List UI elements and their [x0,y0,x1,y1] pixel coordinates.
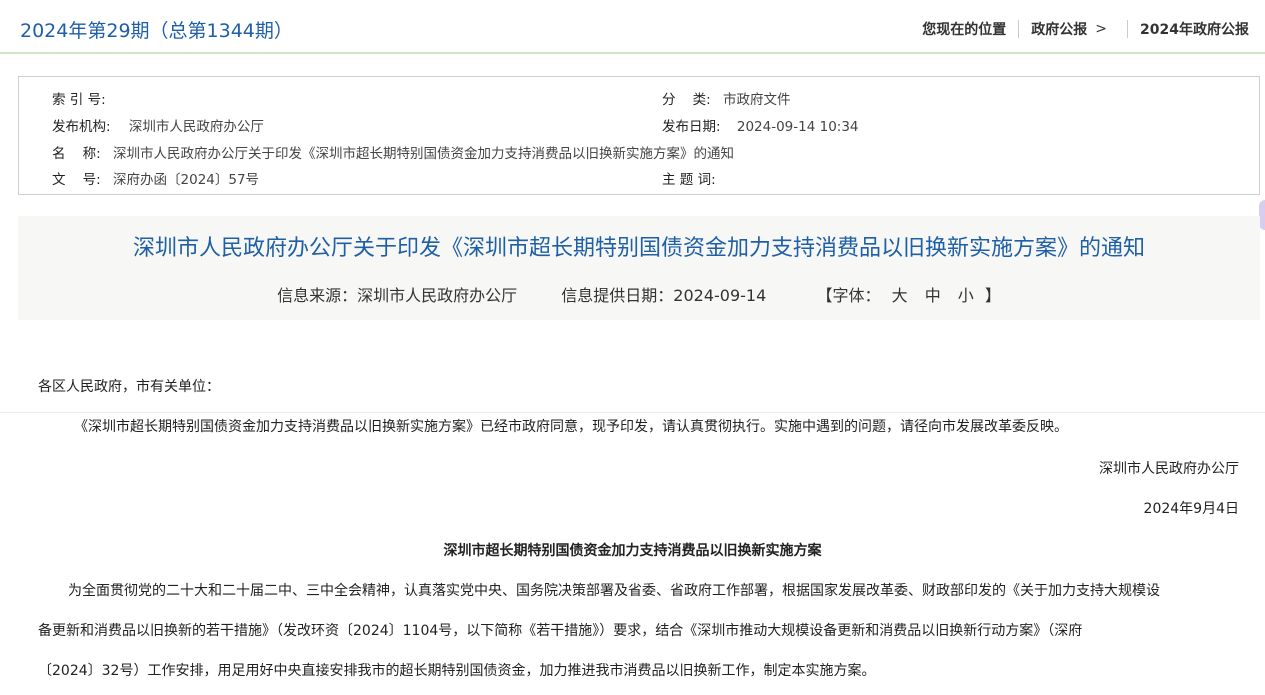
meta-keywords-label: 主 题 词: [662,172,716,188]
meta-docno-value: 深府办函〔2024〕57号 [113,172,260,188]
plan-title: 深圳市超长期特别国债资金加力支持消费品以旧换新实施方案 [443,543,822,559]
breadcrumb-label: 您现在的位置 [922,22,1007,38]
top-bar: 2024年第29期（总第1344期） 您现在的位置 政府公报 > 2024年政府… [0,0,1265,54]
breadcrumb: 您现在的位置 政府公报 > 2024年政府公报 [922,19,1249,39]
article-header: 深圳市人民政府办公厅关于印发《深圳市超长期特别国债资金加力支持消费品以旧换新实施… [18,216,1260,320]
salutation: 各区人民政府，市有关单位： [38,379,220,395]
info-provide-date: 信息提供日期：2024-09-14 [561,286,767,305]
meta-category-label: 分 类: [662,92,711,108]
font-medium-button[interactable]: 中 [925,286,941,305]
meta-category-row: 分 类: 市政府文件 [662,88,791,108]
meta-docno-label: 文 号: [52,172,101,188]
meta-date-value: 2024-09-14 10:34 [736,119,859,135]
meta-name-label: 名 称: [52,146,101,162]
breadcrumb-link-2024-gazette[interactable]: 2024年政府公报 [1140,19,1249,39]
meta-publisher-value: 深圳市人民政府办公厅 [128,119,264,135]
font-size-close: 】 [984,286,1001,305]
meta-category-value: 市政府文件 [723,92,791,108]
meta-index-label: 索 引 号: [52,92,106,108]
article-info-line: 信息来源：深圳市人民政府办公厅 信息提供日期：2024-09-14 【字体： 大… [18,282,1260,306]
document-meta-table: 索 引 号: 分 类: 市政府文件 发布机构: 深圳市人民政府办公厅 发布日期:… [18,76,1260,195]
breadcrumb-link-gazette[interactable]: 政府公报 [1031,19,1087,39]
divider [0,412,1265,413]
plan-paragraph-line-2: 备更新和消费品以旧换新的若干措施》（发改环资〔2024〕1104号，以下简称《若… [38,623,1083,639]
plan-paragraph-line-3: 〔2024〕32号）工作安排，用足用好中央直接安排我市的超长期特别国债资金，加力… [38,663,876,679]
font-size-control: 【字体： 大 中 小 】 [816,282,1000,306]
font-small-button[interactable]: 小 [958,286,974,305]
article-title: 深圳市人民政府办公厅关于印发《深圳市超长期特别国债资金加力支持消费品以旧换新实施… [132,236,1145,261]
breadcrumb-divider [1018,20,1020,38]
plan-paragraph-line-1: 为全面贯彻党的二十大和二十届二中、三中全会精神，认真落实党中央、国务院决策部署及… [68,583,1160,599]
meta-date-label: 发布日期: [662,119,721,135]
signature-org: 深圳市人民政府办公厅 [1099,461,1239,477]
meta-index-row: 索 引 号: [52,88,106,108]
meta-name-row: 名 称: 深圳市人民政府办公厅关于印发《深圳市超长期特别国债资金加力支持消费品以… [52,142,734,162]
meta-docno-row: 文 号: 深府办函〔2024〕57号 [52,168,259,188]
font-size-label: 【字体： [816,286,881,305]
issue-title: 2024年第29期（总第1344期） [20,20,293,42]
meta-keywords-row: 主 题 词: [662,168,716,188]
font-large-button[interactable]: 大 [892,286,908,305]
info-source: 信息来源：深圳市人民政府办公厅 [277,286,518,305]
signature-date: 2024年9月4日 [1143,501,1239,517]
breadcrumb-divider [1127,20,1129,38]
meta-publisher-row: 发布机构: 深圳市人民政府办公厅 [52,115,264,135]
breadcrumb-arrow: > [1095,21,1108,37]
intro-paragraph: 《深圳市超长期特别国债资金加力支持消费品以旧换新实施方案》已经市政府同意，现予印… [74,419,1068,435]
meta-date-row: 发布日期: 2024-09-14 10:34 [662,115,859,135]
meta-name-value: 深圳市人民政府办公厅关于印发《深圳市超长期特别国债资金加力支持消费品以旧换新实施… [113,146,735,162]
meta-publisher-label: 发布机构: [52,119,111,135]
